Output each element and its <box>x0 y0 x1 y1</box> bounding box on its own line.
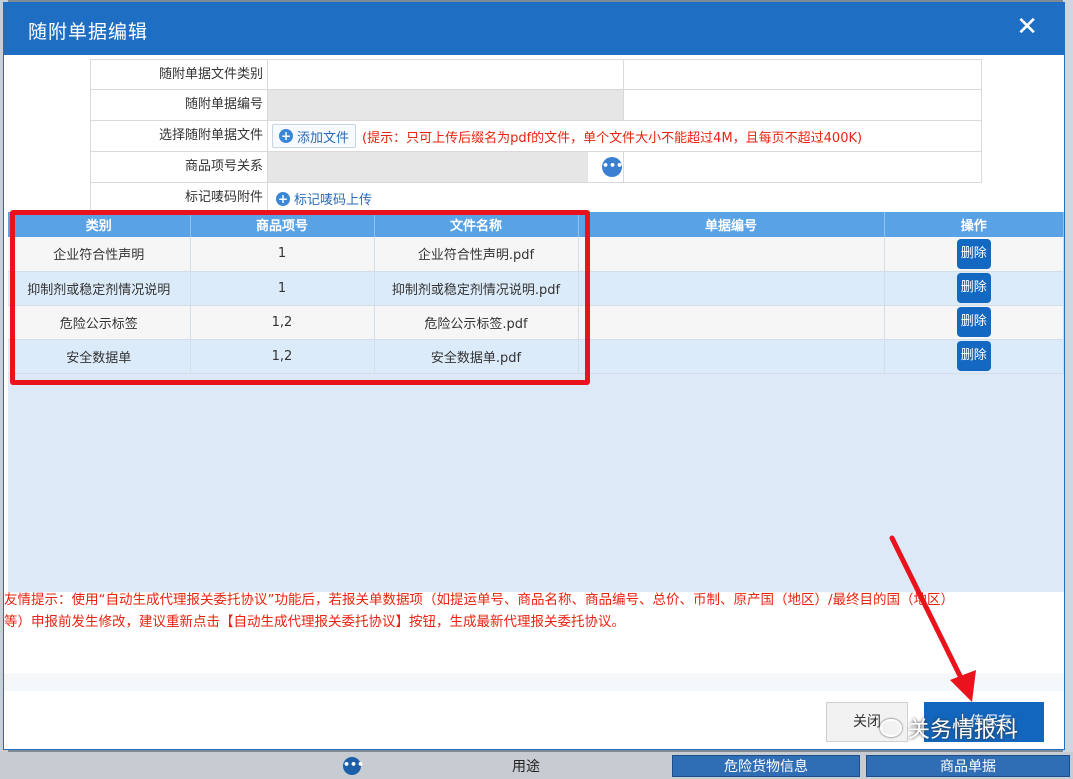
form-row-doc-type: 随附单据文件类别 <box>90 59 982 90</box>
delete-button[interactable]: 删除 <box>956 273 991 303</box>
table-header-row: 类别 商品项号 文件名称 单据编号 操作 <box>8 212 1064 237</box>
table-row: 危险公示标签 1,2 危险公示标签.pdf 删除 <box>8 305 1064 340</box>
cell-action: 删除 <box>884 339 1064 374</box>
attachments-table: 类别 商品项号 文件名称 单据编号 操作 企业符合性声明 1 企业符合性声明.p… <box>8 212 1064 374</box>
cell-category: 安全数据单 <box>8 339 191 374</box>
select-file-label: 选择随附单据文件 <box>90 121 268 151</box>
table-row: 企业符合性声明 1 企业符合性声明.pdf 删除 <box>8 237 1064 272</box>
table-row: 抑制剂或稳定剂情况说明 1 抑制剂或稳定剂情况说明.pdf 删除 <box>8 271 1064 306</box>
delete-button[interactable]: 删除 <box>956 238 991 269</box>
add-file-label: 添加文件 <box>297 130 350 146</box>
goods-relation-label: 商品项号关系 <box>90 152 268 182</box>
doc-type-label: 随附单据文件类别 <box>90 60 268 89</box>
cell-action: 删除 <box>884 237 1064 272</box>
cell-item-no: 1 <box>190 271 375 306</box>
watermark: 关务情报科 <box>880 712 1018 744</box>
plus-icon: + <box>279 129 293 143</box>
tab-goods-documents[interactable]: 商品单据 <box>866 755 1070 777</box>
mark-attachment-label: 标记唛码附件 <box>90 183 268 214</box>
goods-relation-extra <box>624 152 982 182</box>
cell-doc-no <box>578 271 885 306</box>
tab-dangerous-goods[interactable]: 危险货物信息 <box>672 755 860 777</box>
form-row-doc-no: 随附单据编号 <box>90 90 982 121</box>
delete-button[interactable]: 删除 <box>956 341 991 371</box>
cell-file-name: 危险公示标签.pdf <box>374 305 579 340</box>
cell-doc-no <box>578 339 885 374</box>
cell-category: 企业符合性声明 <box>8 237 191 272</box>
document-form: 随附单据文件类别 随附单据编号 选择随附单据文件 + 添加文件 (提示：只可上传… <box>90 59 982 214</box>
cell-item-no: 1,2 <box>190 339 375 374</box>
dialog-title: 随附单据编辑 <box>28 21 149 43</box>
table-row: 安全数据单 1,2 安全数据单.pdf 删除 <box>8 339 1064 374</box>
form-row-mark-attachment: 标记唛码附件 + 标记唛码上传 <box>90 183 982 214</box>
cell-doc-no <box>578 305 885 340</box>
watermark-text: 关务情报科 <box>908 718 1019 743</box>
doc-no-label: 随附单据编号 <box>90 90 268 120</box>
file-cell: + 添加文件 (提示：只可上传后缀名为pdf的文件，单个文件大小不能超过4M，且… <box>268 121 982 151</box>
doc-no-extra <box>624 90 982 120</box>
cell-file-name: 企业符合性声明.pdf <box>374 237 579 272</box>
close-icon[interactable]: ✕ <box>1016 13 1038 41</box>
column-header-item-no: 商品项号 <box>190 212 375 237</box>
doc-no-input[interactable] <box>268 90 624 120</box>
column-header-action: 操作 <box>884 212 1064 237</box>
more-options-icon[interactable]: ••• <box>602 157 623 177</box>
mark-upload-label: 标记唛码上传 <box>294 193 373 208</box>
mark-upload-link[interactable]: + 标记唛码上传 <box>268 183 982 214</box>
goods-relation-input[interactable]: ••• <box>268 152 623 182</box>
dialog-header: 随附单据编辑 ✕ <box>4 3 1064 55</box>
doc-type-extra <box>624 60 982 89</box>
cell-item-no: 1,2 <box>190 305 375 340</box>
goods-relation-cell: ••• <box>268 152 624 182</box>
background-usage-label: 用途 <box>512 759 540 775</box>
cell-action: 删除 <box>884 305 1064 340</box>
cell-doc-no <box>578 237 885 272</box>
column-header-doc-no: 单据编号 <box>578 212 885 237</box>
cell-file-name: 抑制剂或稳定剂情况说明.pdf <box>374 271 579 306</box>
doc-type-select[interactable] <box>268 60 624 89</box>
cell-category: 危险公示标签 <box>8 305 191 340</box>
plus-icon: + <box>276 191 290 206</box>
wechat-icon <box>880 719 902 737</box>
form-row-select-file: 选择随附单据文件 + 添加文件 (提示：只可上传后缀名为pdf的文件，单个文件大… <box>90 121 982 152</box>
delete-button[interactable]: 删除 <box>956 307 991 337</box>
background-more-icon[interactable]: ••• <box>343 757 364 775</box>
red-arrow-icon <box>889 535 976 702</box>
cell-category: 抑制剂或稳定剂情况说明 <box>8 271 191 306</box>
upload-hint: (提示：只可上传后缀名为pdf的文件，单个文件大小不能超过4M，且每页不超过40… <box>362 130 863 146</box>
cell-file-name: 安全数据单.pdf <box>374 339 579 374</box>
form-row-goods-relation: 商品项号关系 ••• <box>90 152 982 183</box>
column-header-file-name: 文件名称 <box>374 212 579 237</box>
column-header-category: 类别 <box>8 212 191 237</box>
cell-action: 删除 <box>884 271 1064 306</box>
cell-item-no: 1 <box>190 237 375 272</box>
add-file-button[interactable]: + 添加文件 <box>272 124 357 148</box>
